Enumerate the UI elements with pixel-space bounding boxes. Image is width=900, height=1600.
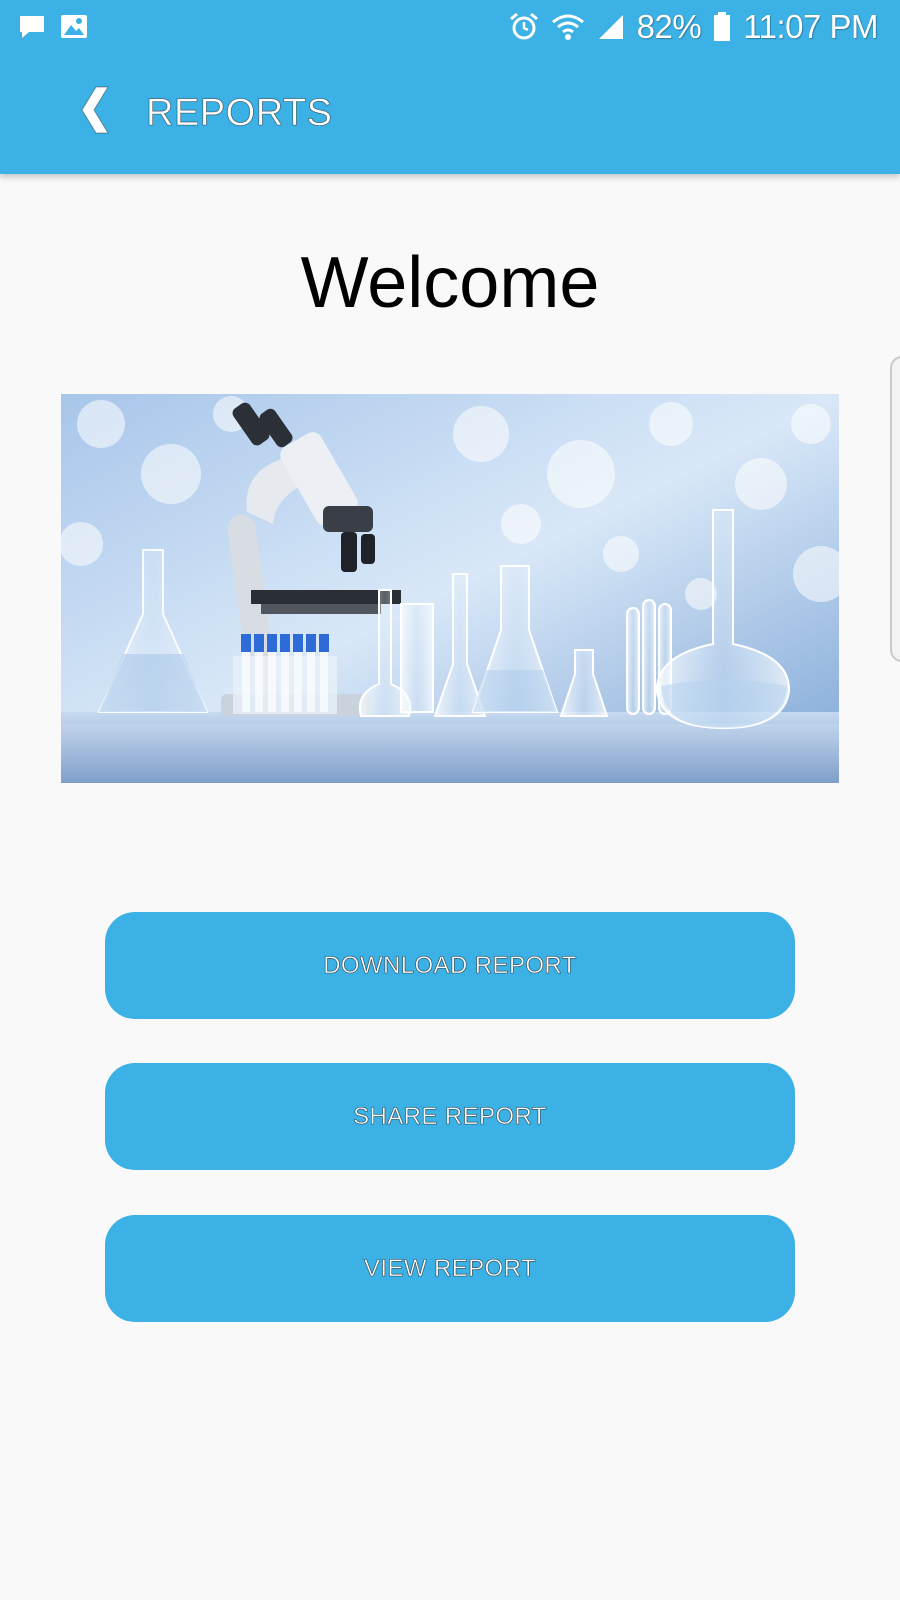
battery-percent: 82%: [636, 8, 702, 45]
alarm-icon: [509, 12, 539, 42]
welcome-heading: Welcome: [300, 243, 600, 323]
view-report-button[interactable]: VIEW REPORT: [105, 1215, 795, 1322]
toolbar: REPORTS: [0, 54, 900, 174]
battery-icon: [713, 12, 731, 42]
wifi-icon: [551, 13, 585, 41]
status-bar-system: 82% 11:07 PM: [509, 7, 878, 47]
signal-icon: [597, 13, 625, 41]
share-report-button[interactable]: SHARE REPORT: [105, 1063, 795, 1170]
clock: 11:07 PM: [743, 8, 878, 45]
back-button[interactable]: [62, 80, 122, 144]
status-bar: 82% 11:07 PM: [0, 0, 900, 54]
hero-image: [61, 394, 839, 783]
status-bar-notifications: [18, 13, 88, 46]
chevron-left-icon: [74, 85, 110, 140]
download-report-button[interactable]: DOWNLOAD REPORT: [105, 912, 795, 1019]
image-icon: [60, 13, 88, 46]
chat-bubble-icon: [18, 13, 46, 46]
edge-panel-handle[interactable]: [890, 356, 900, 662]
page-title: REPORTS: [146, 92, 333, 135]
app-bar: 82% 11:07 PM REPORTS: [0, 0, 900, 174]
